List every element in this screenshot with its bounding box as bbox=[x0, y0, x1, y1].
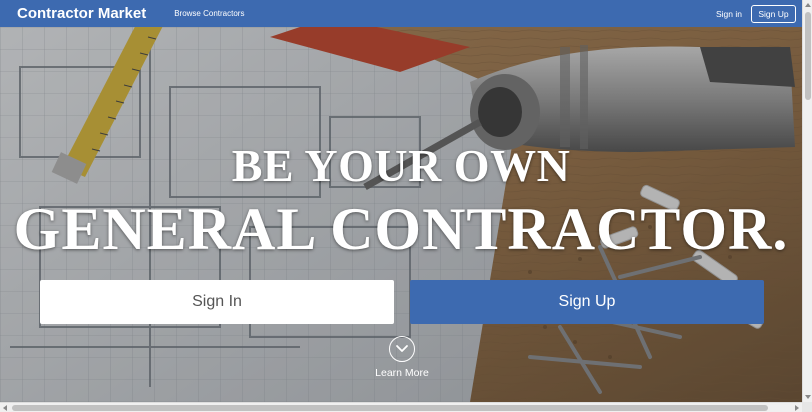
hero-headline-line2: GENERAL CONTRACTOR. bbox=[13, 196, 789, 262]
chevron-down-circle-icon[interactable] bbox=[389, 336, 415, 362]
navbar: Contractor Market Browse Contractors Sig… bbox=[0, 0, 802, 27]
scroll-down-arrow-icon[interactable] bbox=[805, 395, 811, 399]
page-viewport: Contractor Market Browse Contractors Sig… bbox=[0, 0, 802, 402]
scrollbar-corner bbox=[802, 402, 812, 412]
vertical-scroll-thumb[interactable] bbox=[805, 12, 811, 100]
hero-headline-line1: BE YOUR OWN bbox=[231, 140, 571, 191]
scroll-left-arrow-icon[interactable] bbox=[3, 405, 7, 411]
horizontal-scrollbar[interactable] bbox=[0, 402, 802, 412]
nav-signup-button[interactable]: Sign Up bbox=[751, 4, 796, 23]
vertical-scrollbar[interactable] bbox=[802, 0, 812, 402]
horizontal-scroll-thumb[interactable] bbox=[12, 405, 768, 411]
learn-more-link[interactable]: Learn More bbox=[351, 367, 453, 379]
hero-signin-button[interactable]: Sign In bbox=[40, 280, 394, 324]
nav-signin-link[interactable]: Sign in bbox=[716, 9, 742, 19]
nav-right-group: Sign in Sign Up bbox=[716, 4, 796, 23]
nav-browse-contractors[interactable]: Browse Contractors bbox=[174, 9, 244, 18]
scroll-right-arrow-icon[interactable] bbox=[795, 405, 799, 411]
brand-logo[interactable]: Contractor Market bbox=[17, 5, 146, 22]
scroll-up-arrow-icon[interactable] bbox=[805, 3, 811, 7]
hero-signup-button[interactable]: Sign Up bbox=[410, 280, 764, 324]
hero-section: BE YOUR OWN GENERAL CONTRACTOR. Sign In … bbox=[0, 27, 802, 402]
